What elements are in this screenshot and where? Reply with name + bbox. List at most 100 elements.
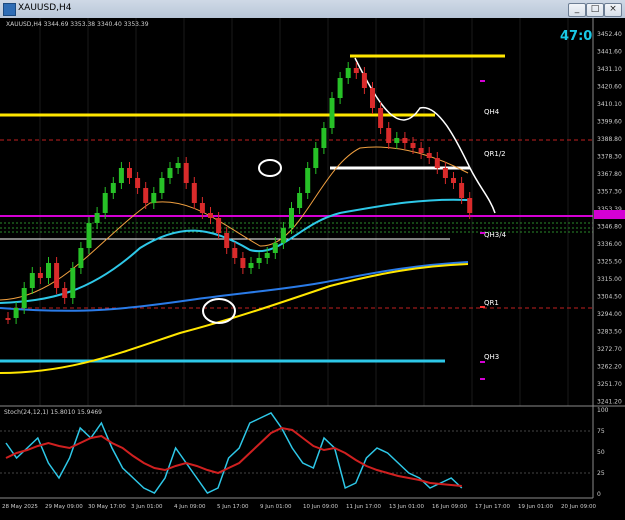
time-tick-label: 17 Jun 17:00 — [475, 504, 510, 510]
yellow-ma-line — [0, 263, 469, 374]
time-tick-label: 4 Jun 09:00 — [174, 504, 206, 510]
maximize-button[interactable]: □ — [586, 3, 604, 17]
level-label-qh34: QH3/4 — [484, 231, 507, 239]
candle-body — [426, 153, 432, 158]
minimize-button[interactable]: _ — [568, 3, 586, 17]
price-tick-label: 3367.80 — [597, 171, 622, 178]
stoch-axis: 100 75 50 25 0 — [0, 407, 609, 498]
stoch-scale-label: 75 — [597, 428, 605, 435]
candle-body — [345, 68, 351, 78]
candle-body — [321, 128, 327, 148]
candle-body — [353, 68, 359, 73]
candle-body — [451, 178, 456, 183]
price-tick-label: 3272.70 — [597, 346, 622, 353]
level-labels: QH4 QR1/2 QH3/4 QR1 QH3 — [480, 80, 507, 380]
candle-body — [151, 193, 157, 203]
time-tick-label: 5 Jun 17:00 — [217, 504, 249, 510]
price-tick-label: 3388.80 — [597, 136, 622, 143]
blue-ma-line — [0, 261, 469, 312]
window-title: XAUUSD,H4 — [18, 3, 72, 13]
candle-body — [442, 168, 448, 178]
candle-body — [199, 203, 205, 213]
circle-annotation-2[interactable] — [202, 298, 236, 324]
price-tick-label: 3241.20 — [597, 399, 622, 406]
candle-body — [467, 198, 473, 213]
price-tick-label: 3441.60 — [597, 49, 622, 56]
level-label-qr12: QR1/2 — [484, 150, 506, 158]
candle-body — [297, 193, 303, 208]
stoch-scale-label: 0 — [597, 491, 601, 498]
candle-body — [329, 98, 335, 128]
chart-header: XAUUSD,H4 3344.69 3353.38 3340.40 3353.3… — [6, 21, 149, 28]
chart-window-icon — [3, 3, 16, 16]
close-button[interactable]: × — [604, 3, 622, 17]
candle-body — [289, 208, 294, 228]
candle-body — [5, 318, 11, 320]
candle-body — [191, 183, 197, 203]
price-tick-label: 3452.40 — [597, 31, 622, 38]
candle-body — [224, 233, 230, 248]
candle-body — [78, 248, 84, 268]
candle-body — [305, 168, 311, 193]
candle-body — [13, 308, 19, 318]
candle-body — [216, 218, 222, 233]
candle-body — [337, 78, 343, 98]
candle-body — [46, 263, 51, 278]
price-tick-label: 3315.00 — [597, 276, 622, 283]
candle-body — [434, 158, 440, 168]
candle-body — [459, 183, 465, 198]
level-label-qh4: QH4 — [484, 108, 500, 116]
price-tick-label: 3294.00 — [597, 311, 622, 318]
candle-body — [418, 148, 424, 153]
candle-body — [118, 168, 124, 183]
chart-grid — [39, 18, 569, 406]
candle-body — [54, 263, 60, 288]
candle-body — [86, 223, 92, 248]
candle-body — [272, 243, 278, 253]
price-tick-label: 3420.60 — [597, 84, 622, 91]
time-tick-label: 13 Jun 01:00 — [389, 504, 424, 510]
price-chart[interactable]: XAUUSD,H4 3344.69 3353.38 3340.40 3353.3… — [0, 18, 625, 516]
level-lines — [0, 54, 625, 363]
candle-body — [394, 138, 400, 143]
chart-area[interactable]: XAUUSD,H4 3344.69 3353.38 3340.40 3353.3… — [0, 18, 625, 516]
candle-body — [37, 273, 43, 278]
time-tick-label: 3 Jun 01:00 — [131, 504, 163, 510]
price-tick-label: 3378.30 — [597, 154, 622, 161]
price-tick-label: 3346.80 — [597, 224, 622, 231]
time-tick-label: 16 Jun 09:00 — [432, 504, 467, 510]
price-tick-label: 3410.10 — [597, 101, 622, 108]
candle-body — [280, 228, 286, 243]
candle-body — [175, 163, 181, 168]
circle-annotation[interactable] — [258, 159, 282, 177]
candle-body — [183, 163, 189, 183]
candle-body — [256, 258, 262, 263]
time-tick-label: 30 May 17:00 — [88, 504, 126, 510]
candle-body — [313, 148, 319, 168]
candle-body — [240, 258, 246, 268]
price-tick-label: 3325.50 — [597, 259, 622, 266]
price-tick-label: 3304.50 — [597, 294, 622, 301]
price-tick-label: 3357.30 — [597, 189, 622, 196]
candle-body — [378, 108, 384, 128]
price-tick-label: 3251.70 — [597, 381, 622, 388]
time-tick-label: 19 Jun 01:00 — [518, 504, 553, 510]
candle-body — [208, 213, 213, 218]
price-tick-label: 3336.00 — [597, 241, 622, 248]
candle-body — [135, 178, 141, 188]
candle-body — [127, 168, 132, 178]
candle-body — [62, 288, 68, 298]
price-tick-label: 3399.60 — [597, 119, 622, 126]
window-titlebar: XAUUSD,H4 _ □ × — [0, 0, 625, 19]
candlesticks — [5, 62, 473, 324]
candle-body — [232, 248, 238, 258]
candle-body — [70, 268, 76, 298]
stoch-signal-line — [5, 426, 462, 487]
time-tick-label: 20 Jun 09:00 — [561, 504, 596, 510]
price-tick-label: 3431.10 — [597, 66, 622, 73]
candle-body — [159, 178, 165, 193]
stoch-scale-label: 25 — [597, 470, 605, 477]
candle-body — [110, 183, 116, 193]
current-price-marker — [594, 210, 625, 219]
time-tick-label: 9 Jun 01:00 — [260, 504, 292, 510]
